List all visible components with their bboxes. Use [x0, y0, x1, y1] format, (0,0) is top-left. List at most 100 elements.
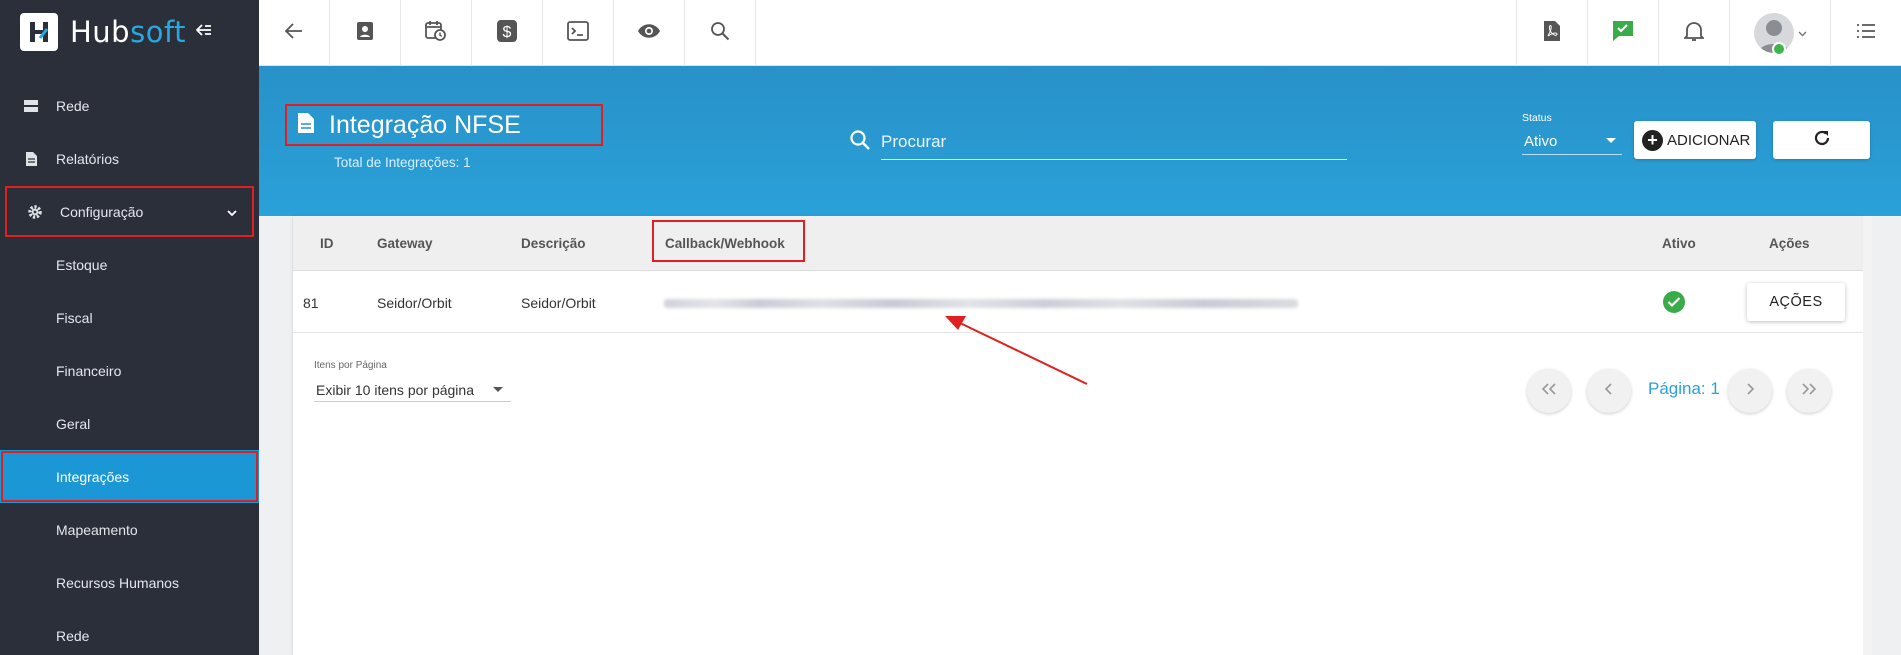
sidebar-item-estoque[interactable]: Estoque: [0, 238, 259, 291]
server-icon: [22, 97, 40, 115]
per-page-value: Exibir 10 itens por página: [316, 381, 474, 398]
sidebar-nav: Rede Relatórios Configuração Estoque Fis…: [0, 79, 259, 655]
table-row[interactable]: 81 Seidor/Orbit Seidor/Orbit AÇÕES: [293, 271, 1863, 333]
sidebar-item-label: Recursos Humanos: [56, 574, 179, 591]
terminal-icon: [567, 20, 589, 46]
double-chevron-left-icon: [1541, 382, 1556, 400]
topbar-right: [1516, 0, 1901, 66]
logo-icon: [20, 13, 58, 51]
terminal-button[interactable]: [543, 0, 614, 66]
search-icon: [710, 21, 730, 46]
search-icon: [849, 129, 871, 156]
sidebar-item-label: Fiscal: [56, 309, 93, 326]
column-header-id[interactable]: ID: [320, 236, 334, 251]
search-box: [849, 123, 1349, 161]
add-button[interactable]: + ADICIONAR: [1634, 121, 1756, 159]
sidebar-item-label: Mapeamento: [56, 521, 138, 538]
cell-id: 81: [303, 295, 319, 311]
contacts-button[interactable]: [330, 0, 401, 66]
page-header: Integração NFSE Total de Integrações: 1 …: [259, 66, 1901, 216]
notifications-button[interactable]: [1658, 0, 1729, 66]
sidebar-item-label: Configuração: [60, 203, 144, 220]
actions-button[interactable]: AÇÕES: [1747, 283, 1845, 321]
previous-page-button[interactable]: [1587, 369, 1631, 413]
menu-button[interactable]: [1830, 0, 1901, 66]
eye-icon: [637, 23, 661, 44]
page-title-box: Integração NFSE: [285, 104, 603, 146]
user-menu[interactable]: [1729, 0, 1830, 65]
sidebar-item-label: Relatórios: [56, 150, 120, 167]
refresh-button[interactable]: [1773, 121, 1870, 159]
sidebar-item-mapeamento[interactable]: Mapeamento: [0, 503, 259, 556]
sidebar-item-label: Rede: [56, 97, 90, 114]
column-header-gateway[interactable]: Gateway: [377, 236, 433, 251]
topbar: $: [259, 0, 1901, 66]
search-button[interactable]: [685, 0, 756, 66]
sidebar-item-label: Financeiro: [56, 362, 122, 379]
view-button[interactable]: [614, 0, 685, 66]
sidebar-item-geral[interactable]: Geral: [0, 397, 259, 450]
chat-check-icon: [1611, 19, 1635, 48]
sidebar-item-fiscal[interactable]: Fiscal: [0, 291, 259, 344]
sidebar-item-financeiro[interactable]: Financeiro: [0, 344, 259, 397]
first-page-button[interactable]: [1527, 369, 1571, 413]
sidebar-item-relatorios[interactable]: Relatórios: [0, 132, 259, 185]
sidebar-item-configuracao[interactable]: Configuração: [4, 185, 255, 238]
document-icon: [297, 112, 315, 139]
sidebar-item-rede[interactable]: Rede: [0, 79, 259, 132]
column-header-acoes: Ações: [1769, 236, 1810, 251]
contact-card-icon: [356, 21, 374, 46]
tasks-button[interactable]: [1587, 0, 1658, 66]
svg-text:$: $: [503, 24, 512, 41]
financial-button[interactable]: $: [472, 0, 543, 66]
back-button[interactable]: [259, 0, 330, 66]
logo-text: Hubsoft: [70, 15, 187, 49]
collapse-sidebar-icon[interactable]: [195, 23, 212, 42]
per-page-label: Itens por Página: [314, 360, 387, 371]
plus-circle-icon: +: [1642, 129, 1663, 151]
calendar-clock-icon: [425, 20, 447, 47]
table-header: ID Gateway Descrição Callback/Webhook At…: [293, 216, 1863, 271]
cell-callback-redacted: [664, 299, 1298, 308]
sidebar: Hubsoft Rede Relatórios Configuração Est…: [0, 0, 259, 655]
sidebar-item-rede-sub[interactable]: Rede: [0, 609, 259, 655]
refresh-icon: [1812, 128, 1832, 153]
column-header-descricao[interactable]: Descrição: [521, 236, 586, 251]
status-select[interactable]: Ativo: [1522, 129, 1622, 155]
last-page-button[interactable]: [1787, 369, 1831, 413]
sidebar-item-label: Integrações: [56, 468, 130, 485]
column-header-callback[interactable]: Callback/Webhook: [665, 236, 785, 251]
page-indicator: Página: 1: [1648, 379, 1720, 398]
dropdown-caret-icon: [493, 387, 503, 392]
column-header-ativo[interactable]: Ativo: [1662, 236, 1696, 251]
cell-descricao: Seidor/Orbit: [521, 295, 596, 311]
dropdown-caret-icon: [1606, 138, 1616, 143]
sidebar-item-integracoes[interactable]: Integrações: [0, 450, 259, 503]
chevron-left-icon: [1604, 382, 1613, 400]
chevron-right-icon: [1746, 382, 1755, 400]
search-input[interactable]: [881, 124, 1347, 160]
pdf-button[interactable]: [1516, 0, 1587, 66]
back-arrow-icon: [284, 22, 303, 44]
chevron-down-icon: [227, 204, 237, 220]
dollar-icon: $: [496, 19, 518, 48]
sidebar-item-label: Estoque: [56, 256, 108, 273]
document-icon: [22, 150, 40, 168]
pdf-icon: [1543, 20, 1561, 47]
status-label: Status: [1522, 112, 1552, 124]
online-status-dot: [1772, 42, 1786, 56]
per-page-select[interactable]: Exibir 10 itens por página: [314, 378, 511, 402]
double-chevron-right-icon: [1802, 382, 1817, 400]
sidebar-item-recursos-humanos[interactable]: Recursos Humanos: [0, 556, 259, 609]
page-title: Integração NFSE: [329, 110, 521, 139]
logo-bar: Hubsoft: [0, 0, 259, 64]
active-check-icon: [1663, 291, 1685, 313]
add-button-label: ADICIONAR: [1667, 131, 1751, 149]
integration-count: Total de Integrações: 1: [334, 155, 471, 170]
cell-gateway: Seidor/Orbit: [377, 295, 452, 311]
list-menu-icon: [1856, 23, 1876, 44]
gear-icon: [26, 203, 44, 221]
schedule-button[interactable]: [401, 0, 472, 66]
scrollbar[interactable]: [1863, 216, 1872, 655]
next-page-button[interactable]: [1728, 369, 1772, 413]
